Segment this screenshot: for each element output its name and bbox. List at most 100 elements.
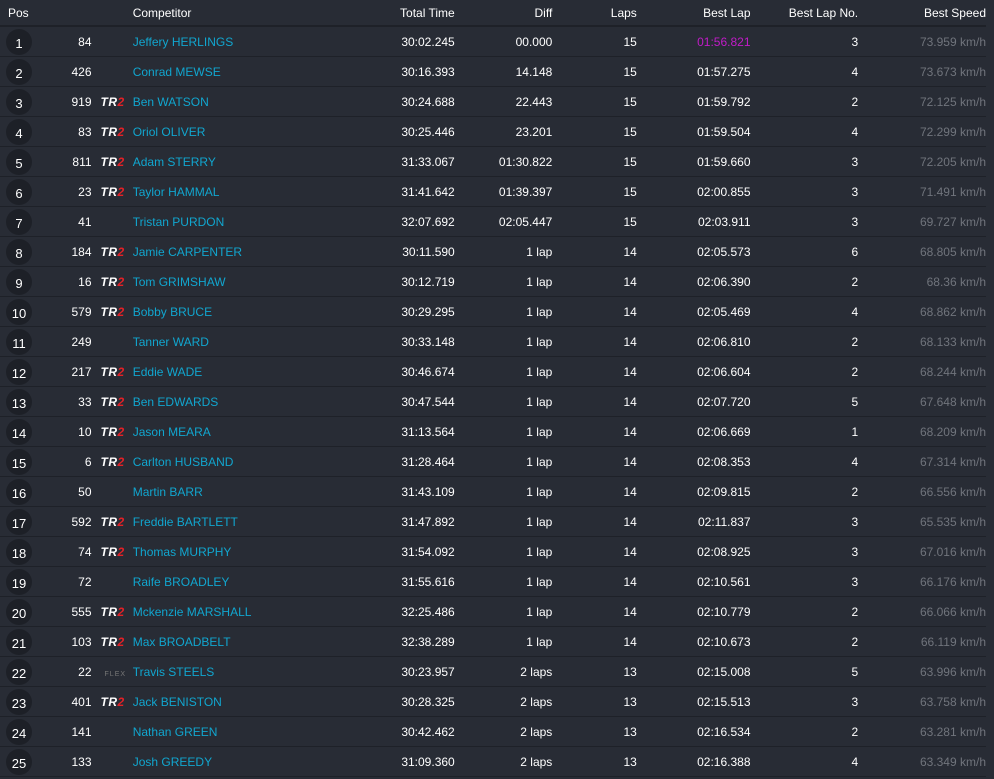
result-row[interactable]: 3919TR2Ben WATSON30:24.68822.4431501:59.… [0, 87, 986, 117]
competitor-link[interactable]: Ben WATSON [124, 87, 325, 117]
competitor-link[interactable]: Bobby BRUCE [124, 297, 325, 327]
result-row[interactable]: 5811TR2Adam STERRY31:33.06701:30.8221501… [0, 147, 986, 177]
position-badge: 7 [6, 209, 32, 235]
position-cell: 4 [0, 117, 40, 147]
result-row[interactable]: 483TR2Oriol OLIVER30:25.44623.2011501:59… [0, 117, 986, 147]
result-row[interactable]: 1410TR2Jason MEARA31:13.5641 lap1402:06.… [0, 417, 986, 447]
result-row[interactable]: 8184TR2Jamie CARPENTER30:11.5901 lap1402… [0, 237, 986, 267]
competitor-link[interactable]: Josh GREEDY [124, 747, 325, 777]
rider-number: 555 [40, 597, 91, 627]
result-row[interactable]: 2222FLEXTravis STEELS30:23.9572 laps1302… [0, 657, 986, 687]
best-lap: 01:59.792 [637, 87, 751, 117]
competitor-link[interactable]: Eddie WADE [124, 357, 325, 387]
competitor-link[interactable]: Tom GRIMSHAW [124, 267, 325, 297]
total-time: 30:16.393 [325, 57, 455, 87]
rider-number: 22 [40, 657, 91, 687]
competitor-link[interactable]: Conrad MEWSE [124, 57, 325, 87]
best-speed: 66.176 km/h [858, 567, 986, 597]
result-row[interactable]: 24141Nathan GREEN30:42.4622 laps1302:16.… [0, 717, 986, 747]
total-time: 31:41.642 [325, 177, 455, 207]
team-cell [92, 207, 124, 237]
team-cell: TR2 [92, 417, 124, 447]
tr2-team-logo: TR2 [101, 305, 125, 319]
competitor-link[interactable]: Jason MEARA [124, 417, 325, 447]
header-best-lap-no[interactable]: Best Lap No. [751, 0, 859, 26]
result-row[interactable]: 1874TR2Thomas MURPHY31:54.0921 lap1402:0… [0, 537, 986, 567]
result-row[interactable]: 916TR2Tom GRIMSHAW30:12.7191 lap1402:06.… [0, 267, 986, 297]
competitor-link[interactable]: Carlton HUSBAND [124, 447, 325, 477]
header-diff[interactable]: Diff [455, 0, 553, 26]
header-best-speed[interactable]: Best Speed [858, 0, 986, 26]
best-lap-no: 3 [751, 537, 859, 567]
competitor-link[interactable]: Tristan PURDON [124, 207, 325, 237]
result-row[interactable]: 11249Tanner WARD30:33.1481 lap1402:06.81… [0, 327, 986, 357]
competitor-link[interactable]: Travis STEELS [124, 657, 325, 687]
diff: 23.201 [455, 117, 553, 147]
result-row[interactable]: 25133Josh GREEDY31:09.3602 laps1302:16.3… [0, 747, 986, 777]
competitor-link[interactable]: Martin BARR [124, 477, 325, 507]
best-lap-no: 2 [751, 627, 859, 657]
rider-number: 103 [40, 627, 91, 657]
team-cell: TR2 [92, 387, 124, 417]
result-row[interactable]: 1333TR2Ben EDWARDS30:47.5441 lap1402:07.… [0, 387, 986, 417]
diff: 1 lap [455, 267, 553, 297]
diff: 1 lap [455, 297, 553, 327]
header-laps[interactable]: Laps [552, 0, 637, 26]
competitor-link[interactable]: Max BROADBELT [124, 627, 325, 657]
competitor-link[interactable]: Thomas MURPHY [124, 537, 325, 567]
result-row[interactable]: 1650Martin BARR31:43.1091 lap1402:09.815… [0, 477, 986, 507]
best-lap-no: 4 [751, 747, 859, 777]
result-row[interactable]: 2426Conrad MEWSE30:16.39314.1481501:57.2… [0, 57, 986, 87]
best-lap-no: 1 [751, 417, 859, 447]
result-row[interactable]: 156TR2Carlton HUSBAND31:28.4641 lap1402:… [0, 447, 986, 477]
laps: 14 [552, 237, 637, 267]
competitor-link[interactable]: Mckenzie MARSHALL [124, 597, 325, 627]
header-best-lap[interactable]: Best Lap [637, 0, 751, 26]
competitor-link[interactable]: Jamie CARPENTER [124, 237, 325, 267]
competitor-link[interactable]: Jeffery HERLINGS [124, 26, 325, 57]
position-cell: 9 [0, 267, 40, 297]
position-cell: 13 [0, 387, 40, 417]
competitor-link[interactable]: Oriol OLIVER [124, 117, 325, 147]
team-cell [92, 26, 124, 57]
rider-number: 579 [40, 297, 91, 327]
total-time: 30:46.674 [325, 357, 455, 387]
result-row[interactable]: 741Tristan PURDON32:07.69202:05.4471502:… [0, 207, 986, 237]
best-speed: 63.349 km/h [858, 747, 986, 777]
result-row[interactable]: 184Jeffery HERLINGS30:02.24500.0001501:5… [0, 26, 986, 57]
result-row[interactable]: 623TR2Taylor HAMMAL31:41.64201:39.397150… [0, 177, 986, 207]
competitor-link[interactable]: Raife BROADLEY [124, 567, 325, 597]
position-cell: 17 [0, 507, 40, 537]
result-row[interactable]: 10579TR2Bobby BRUCE30:29.2951 lap1402:05… [0, 297, 986, 327]
header-total-time[interactable]: Total Time [325, 0, 455, 26]
laps: 14 [552, 297, 637, 327]
diff: 1 lap [455, 477, 553, 507]
tr2-team-logo: TR2 [101, 365, 125, 379]
team-cell [92, 327, 124, 357]
competitor-link[interactable]: Freddie BARTLETT [124, 507, 325, 537]
competitor-link[interactable]: Ben EDWARDS [124, 387, 325, 417]
diff: 1 lap [455, 537, 553, 567]
result-row[interactable]: 20555TR2Mckenzie MARSHALL32:25.4861 lap1… [0, 597, 986, 627]
results-table: Pos Competitor Total Time Diff Laps Best… [0, 0, 986, 777]
best-lap: 01:56.821 [637, 26, 751, 57]
competitor-link[interactable]: Jack BENISTON [124, 687, 325, 717]
result-row[interactable]: 17592TR2Freddie BARTLETT31:47.8921 lap14… [0, 507, 986, 537]
best-lap: 02:10.779 [637, 597, 751, 627]
best-lap: 01:57.275 [637, 57, 751, 87]
competitor-link[interactable]: Nathan GREEN [124, 717, 325, 747]
diff: 1 lap [455, 627, 553, 657]
team-cell: TR2 [92, 687, 124, 717]
header-pos[interactable]: Pos [0, 0, 40, 26]
result-row[interactable]: 1972Raife BROADLEY31:55.6161 lap1402:10.… [0, 567, 986, 597]
tr2-team-logo: TR2 [101, 125, 125, 139]
competitor-link[interactable]: Taylor HAMMAL [124, 177, 325, 207]
competitor-link[interactable]: Tanner WARD [124, 327, 325, 357]
best-lap: 02:09.815 [637, 477, 751, 507]
header-competitor[interactable]: Competitor [124, 0, 325, 26]
competitor-link[interactable]: Adam STERRY [124, 147, 325, 177]
result-row[interactable]: 12217TR2Eddie WADE30:46.6741 lap1402:06.… [0, 357, 986, 387]
result-row[interactable]: 23401TR2Jack BENISTON30:28.3252 laps1302… [0, 687, 986, 717]
best-lap-no: 2 [751, 87, 859, 117]
result-row[interactable]: 21103TR2Max BROADBELT32:38.2891 lap1402:… [0, 627, 986, 657]
